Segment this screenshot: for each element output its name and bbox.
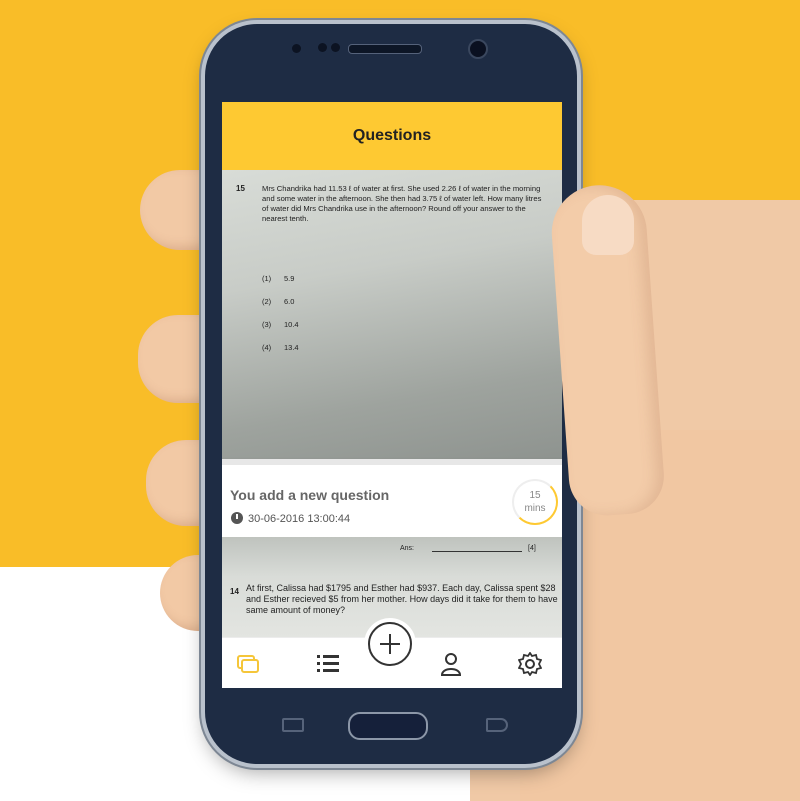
sensor-dot [318,43,327,52]
thumbnail [582,195,634,255]
question-photo[interactable]: 15 Mrs Chandrika had 11.53 ℓ of water at… [222,170,562,460]
front-camera [468,39,488,59]
question-number: 14 [230,587,239,596]
clock-icon [231,512,243,524]
sensor-dot [331,43,340,52]
question-text: At first, Calissa had $1795 and Esther h… [246,583,558,615]
timer-unit: mins [524,503,546,514]
answer-marks: [4] [528,545,536,552]
list-icon[interactable] [316,652,340,674]
add-question-button[interactable] [368,622,412,666]
app-header: Questions [222,102,562,170]
option-row: (1) 5.9 [262,274,295,283]
page-title: Questions [352,127,432,144]
card-timestamp: 30-06-2016 13:00:44 [248,513,351,525]
answer-label: Ans: [400,545,415,552]
new-question-card[interactable]: You add a new question 30-06-2016 13:00:… [222,459,562,543]
question-text: Mrs Chandrika had 11.53 ℓ of water at fi… [262,184,542,223]
timer-ring [512,479,558,525]
option-row: (2) 6.0 [262,297,295,306]
option-row: (4) 13.4 [262,343,299,352]
bottom-nav [222,622,562,688]
question-number: 15 [236,184,245,193]
profile-icon[interactable] [440,652,462,676]
home-button[interactable] [348,712,428,740]
phone-screen: Questions 15 Mrs Chandrika had 11.53 ℓ o… [222,102,562,688]
answer-line [432,551,522,552]
option-row: (3) 10.4 [262,320,299,329]
card-title: You add a new question [230,487,390,503]
sensor-dot [292,44,301,53]
back-key[interactable] [486,718,508,732]
earpiece-speaker [348,44,422,54]
recent-apps-key[interactable] [282,718,304,732]
settings-icon[interactable] [518,652,542,676]
cards-icon[interactable] [236,652,260,674]
timer-value: 15 [529,490,541,501]
